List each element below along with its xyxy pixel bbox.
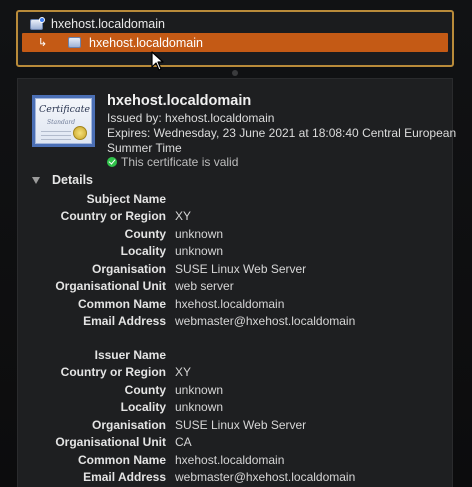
- issuer-common-name-label: Common Name: [77, 453, 166, 467]
- disclosure-triangle-icon[interactable]: [32, 176, 40, 184]
- root-certificate-icon: [30, 16, 45, 30]
- issuer-email-label: Email Address: [83, 470, 166, 484]
- issuer-email-value: webmaster@hxehost.localdomain: [175, 470, 356, 484]
- certificate-title: hxehost.localdomain: [107, 93, 252, 109]
- subject-locality-label: Locality: [120, 244, 166, 258]
- keychain-certificate-viewer: hxehost.localdomain ↳ hxehost.localdomai…: [0, 0, 472, 487]
- details-label: Details: [52, 173, 93, 187]
- chain-item-leaf-selected[interactable]: ↳ hxehost.localdomain: [22, 33, 448, 52]
- expiry-line-1: Expires: Wednesday, 23 June 2021 at 18:0…: [107, 126, 457, 140]
- issuer-locality-value: unknown: [175, 400, 224, 414]
- split-view-grip[interactable]: [232, 70, 238, 76]
- certificate-large-icon: Certificate Standard: [32, 95, 95, 147]
- subject-email-value: webmaster@hxehost.localdomain: [175, 314, 356, 328]
- certificate-chain-panel: hxehost.localdomain ↳ hxehost.localdomai…: [16, 10, 454, 71]
- certificate-details-panel: Certificate Standard hxehost.localdomain…: [17, 78, 457, 487]
- issuer-organisation-value: SUSE Linux Web Server: [175, 418, 307, 432]
- details-disclosure[interactable]: Details: [32, 173, 93, 187]
- validity-text: This certificate is valid: [121, 155, 239, 169]
- issuer-name-heading: Issuer Name: [94, 348, 166, 362]
- subject-org-unit-value: web server: [175, 279, 234, 293]
- certificate-icon-subword: Standard: [47, 119, 76, 126]
- expiry-line-2: Summer Time: [107, 141, 182, 155]
- issuer-country-value: XY: [175, 365, 192, 379]
- issuer-county-value: unknown: [175, 383, 224, 397]
- subject-county-value: unknown: [175, 227, 224, 241]
- issuer-org-unit-label: Organisational Unit: [55, 435, 166, 449]
- issued-by: Issued by: hxehost.localdomain: [107, 111, 275, 125]
- subject-org-unit-label: Organisational Unit: [55, 279, 166, 293]
- certificate-icon-lines: [41, 131, 71, 132]
- chain-item-label: hxehost.localdomain: [89, 35, 203, 50]
- issuer-org-unit-value: CA: [175, 435, 192, 449]
- subject-email-label: Email Address: [83, 314, 166, 328]
- issuer-common-name-value: hxehost.localdomain: [175, 453, 285, 467]
- subject-country-label: Country or Region: [60, 209, 166, 223]
- subject-name-heading: Subject Name: [86, 192, 166, 206]
- subject-country-value: XY: [175, 209, 192, 223]
- validity-status: This certificate is valid: [107, 155, 238, 169]
- chain-item-label: hxehost.localdomain: [51, 17, 165, 31]
- issuer-county-label: County: [124, 383, 166, 397]
- certificate-icon-word: Certificate: [39, 104, 91, 115]
- subject-common-name-label: Common Name: [77, 297, 166, 311]
- subject-organisation-label: Organisation: [91, 262, 166, 276]
- certificate-icon: [68, 37, 81, 48]
- issuer-country-label: Country or Region: [60, 365, 166, 379]
- subject-locality-value: unknown: [175, 244, 224, 258]
- chain-item-root[interactable]: hxehost.localdomain: [18, 15, 452, 33]
- issuer-organisation-label: Organisation: [91, 418, 166, 432]
- subject-organisation-value: SUSE Linux Web Server: [175, 262, 307, 276]
- check-circle-icon: [107, 157, 117, 167]
- certificate-seal-icon: [73, 126, 87, 140]
- issuer-locality-label: Locality: [120, 400, 166, 414]
- mouse-pointer-icon: [151, 51, 164, 71]
- subject-common-name-value: hxehost.localdomain: [175, 297, 285, 311]
- child-arrow-icon: ↳: [38, 37, 48, 49]
- subject-county-label: County: [124, 227, 166, 241]
